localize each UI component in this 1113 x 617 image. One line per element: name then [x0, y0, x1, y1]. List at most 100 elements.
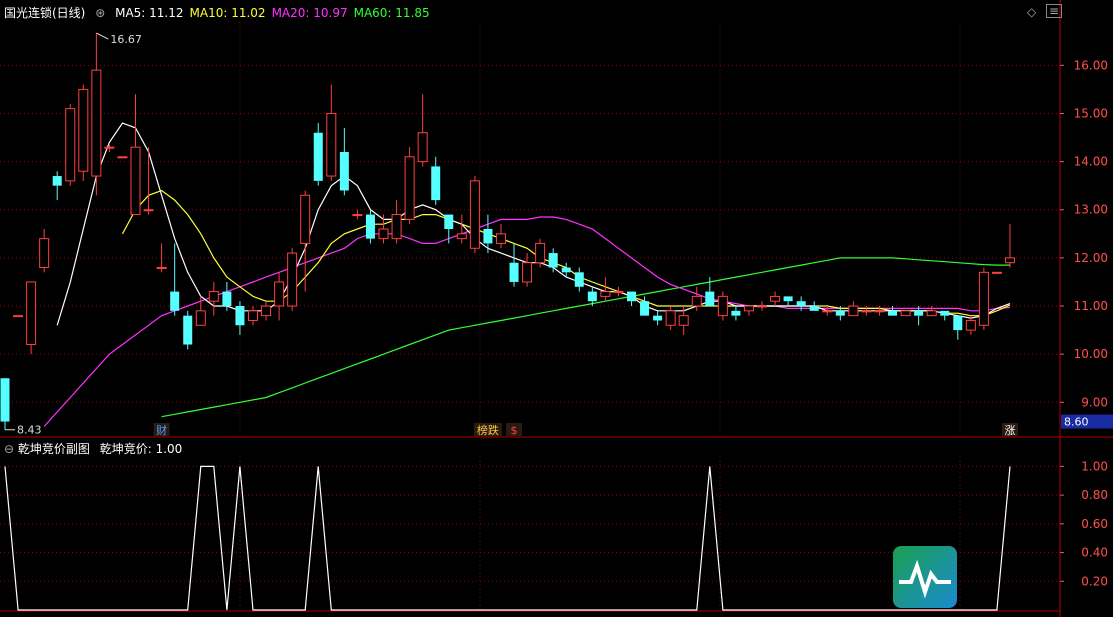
event-tags[interactable]: 16.67 8.43 财 榜跌 $ 涨 — [5, 32, 1018, 437]
price-tick-label: 10.00 — [1074, 347, 1108, 361]
candle[interactable] — [326, 84, 337, 181]
candle-body — [757, 305, 768, 308]
candle[interactable] — [535, 238, 546, 268]
diamond-icon[interactable]: ◇ — [1027, 5, 1036, 19]
candle[interactable] — [65, 103, 76, 186]
candle[interactable] — [653, 310, 663, 326]
candle[interactable] — [391, 200, 402, 244]
candle[interactable] — [78, 84, 89, 181]
candle[interactable] — [52, 171, 62, 201]
candle[interactable] — [861, 306, 872, 316]
candle[interactable] — [404, 147, 415, 225]
candlesticks[interactable] — [0, 33, 1015, 430]
candle[interactable] — [495, 224, 506, 249]
candle[interactable] — [940, 310, 950, 321]
candle[interactable] — [261, 301, 272, 321]
candle[interactable] — [731, 306, 741, 321]
candle[interactable] — [743, 305, 754, 316]
candle[interactable] — [978, 267, 989, 331]
candle-body — [378, 228, 389, 240]
candle-body — [495, 233, 506, 244]
candle-body — [965, 319, 976, 331]
candle[interactable] — [509, 243, 519, 287]
event-tag-label: 榜跌 — [477, 423, 499, 437]
indicator-collapse-icon[interactable]: ⊖ — [4, 442, 14, 456]
candle-body — [222, 291, 232, 307]
candle[interactable] — [313, 123, 323, 186]
candle[interactable] — [365, 209, 375, 244]
candle[interactable] — [848, 301, 859, 317]
candle[interactable] — [717, 291, 728, 321]
candle[interactable] — [117, 156, 128, 159]
candle-body — [861, 310, 872, 313]
candle[interactable] — [757, 301, 768, 311]
candle[interactable] — [626, 291, 636, 307]
candle-body — [274, 281, 285, 307]
candle[interactable] — [953, 315, 963, 340]
candle[interactable] — [247, 306, 258, 326]
candle[interactable] — [183, 310, 193, 350]
menu-icon[interactable]: ≡ — [1046, 4, 1063, 18]
candle[interactable] — [339, 127, 349, 196]
ma-label-2: MA20: 10.97 — [271, 6, 348, 20]
candle[interactable] — [613, 286, 624, 297]
candle-body — [91, 69, 102, 177]
candle[interactable] — [783, 296, 793, 307]
candle[interactable] — [235, 301, 245, 335]
candle[interactable] — [640, 296, 650, 316]
indicator-tick-label: 0.20 — [1081, 574, 1108, 588]
event-tag[interactable]: 榜跌 — [473, 423, 502, 437]
candle[interactable] — [26, 281, 37, 355]
candle[interactable] — [926, 306, 937, 317]
candle-body — [835, 310, 845, 316]
candle[interactable] — [469, 176, 480, 254]
candle[interactable] — [444, 214, 454, 244]
candle[interactable] — [39, 229, 50, 273]
candle[interactable] — [888, 306, 898, 316]
candle[interactable] — [822, 306, 833, 316]
candle[interactable] — [130, 94, 141, 216]
candle[interactable] — [900, 310, 911, 317]
stock-title: 国光连锁(日线) ⊛ MA5: 11.12 MA10: 11.02 MA20: 10… — [4, 4, 430, 21]
candle[interactable] — [417, 94, 428, 167]
candle[interactable] — [809, 301, 819, 311]
candle[interactable] — [574, 267, 584, 292]
candle-body — [417, 132, 428, 163]
candle[interactable] — [352, 209, 363, 220]
candle-body — [65, 108, 76, 182]
candle-body — [665, 310, 676, 326]
candle[interactable] — [991, 271, 1002, 274]
event-tag[interactable]: 涨 — [1002, 423, 1018, 437]
ma-toggle-icon[interactable]: ⊛ — [95, 6, 105, 20]
candle[interactable] — [300, 190, 311, 292]
candle[interactable] — [195, 296, 206, 326]
candle[interactable] — [456, 214, 467, 244]
candle[interactable] — [13, 315, 24, 318]
candle[interactable] — [548, 248, 558, 273]
candle-body — [626, 291, 636, 302]
candle[interactable] — [91, 33, 102, 196]
indicator-tick-label: 0.60 — [1081, 517, 1108, 531]
candle[interactable] — [1005, 224, 1015, 268]
candle[interactable] — [600, 277, 611, 302]
candle[interactable] — [0, 378, 10, 430]
candle-body — [339, 151, 349, 191]
candle[interactable] — [874, 306, 885, 316]
candle[interactable] — [431, 156, 441, 205]
candle[interactable] — [170, 243, 180, 316]
candle[interactable] — [965, 315, 976, 335]
candle[interactable] — [274, 272, 285, 321]
kline-chart[interactable]: 9.00 10.00 11.00 12.00 13.00 14.00 15.00 16.00 0… — [0, 0, 1113, 617]
candle-body — [404, 156, 415, 220]
candle[interactable] — [522, 253, 533, 287]
event-tag[interactable]: 财 — [153, 423, 170, 437]
indicator-tick-label: 0.80 — [1081, 488, 1108, 502]
candle[interactable] — [665, 306, 676, 331]
candle[interactable] — [770, 291, 781, 307]
candle[interactable] — [143, 147, 154, 215]
price-tick-label: 14.00 — [1074, 155, 1108, 169]
candle[interactable] — [208, 281, 219, 316]
candle[interactable] — [287, 248, 298, 311]
event-tag[interactable]: $ — [506, 423, 523, 437]
candle[interactable] — [483, 214, 493, 254]
